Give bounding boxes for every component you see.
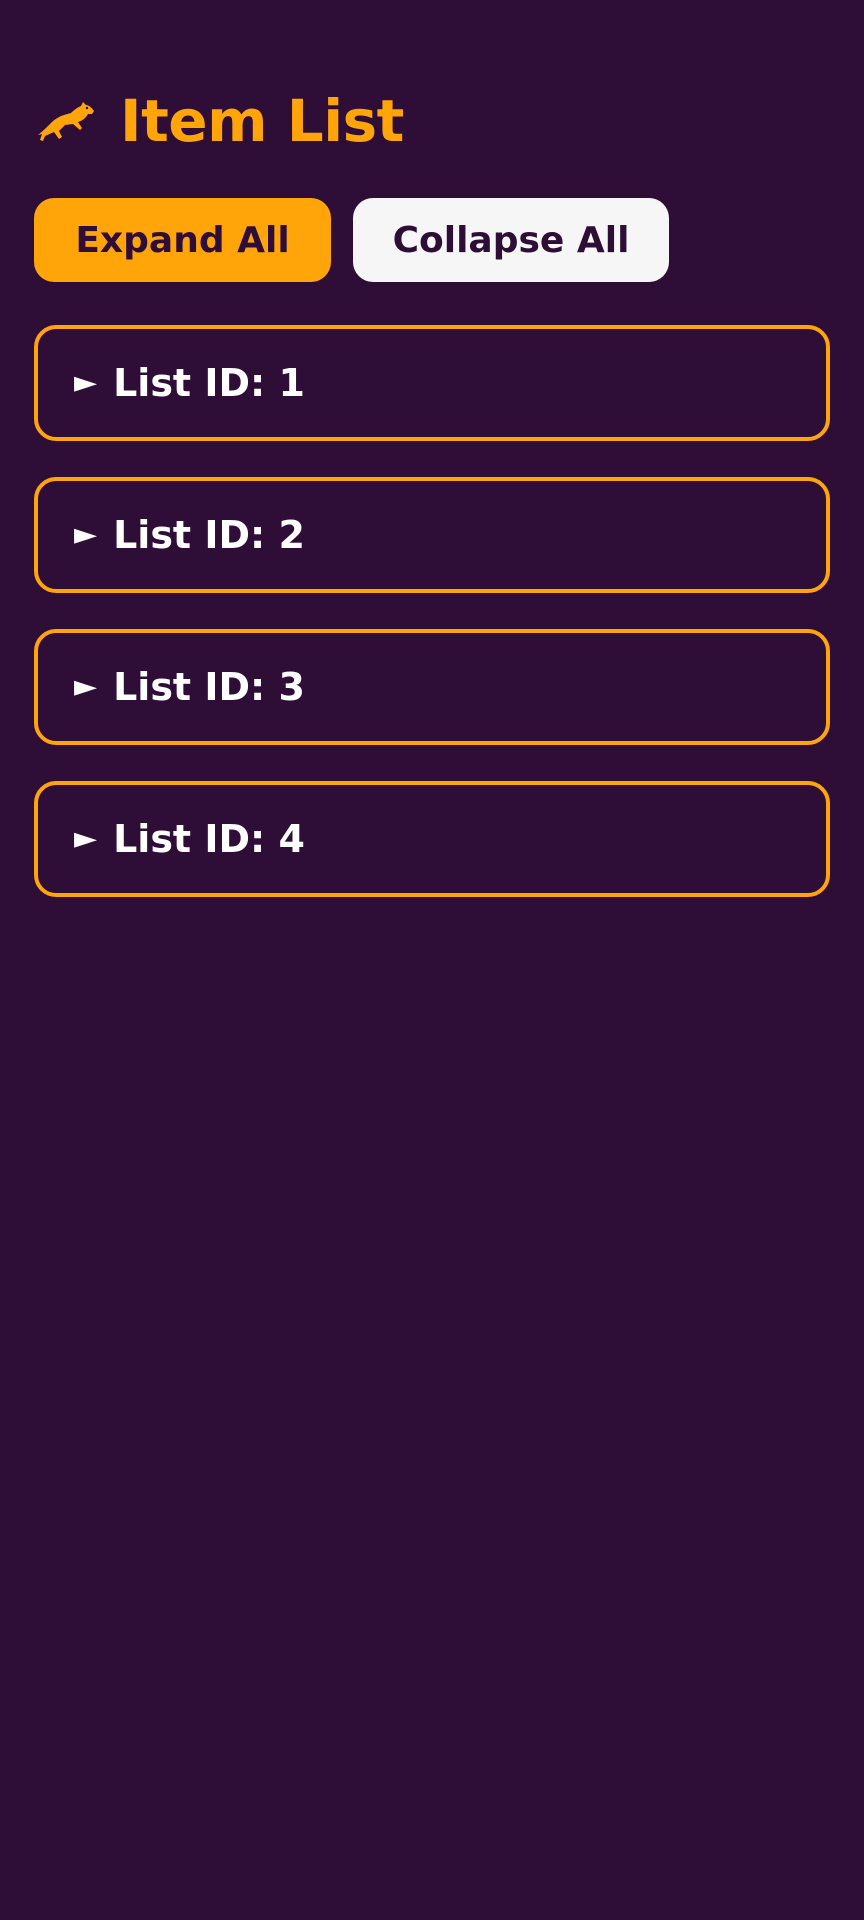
app-screen: Item List Expand All Collapse All ► List… bbox=[0, 0, 864, 1920]
expand-arrow-icon: ► bbox=[74, 821, 98, 856]
expand-arrow-icon: ► bbox=[74, 669, 98, 704]
expand-all-button[interactable]: Expand All bbox=[34, 198, 331, 282]
list-item-2[interactable]: ► List ID: 2 bbox=[34, 477, 830, 593]
page-title: Item List bbox=[120, 87, 404, 155]
list-item-label: List ID: 4 bbox=[113, 817, 305, 861]
item-list: ► List ID: 1 ► List ID: 2 ► List ID: 3 ►… bbox=[34, 325, 830, 897]
list-item-4[interactable]: ► List ID: 4 bbox=[34, 781, 830, 897]
list-item-label: List ID: 1 bbox=[113, 361, 305, 405]
expand-arrow-icon: ► bbox=[74, 365, 98, 400]
list-item-label: List ID: 2 bbox=[113, 513, 305, 557]
list-item-label: List ID: 3 bbox=[113, 665, 305, 709]
list-item-1[interactable]: ► List ID: 1 bbox=[34, 325, 830, 441]
header: Item List bbox=[36, 82, 404, 160]
list-item-3[interactable]: ► List ID: 3 bbox=[34, 629, 830, 745]
expand-arrow-icon: ► bbox=[74, 517, 98, 552]
leaping-dog-icon bbox=[38, 102, 94, 141]
collapse-all-button[interactable]: Collapse All bbox=[353, 198, 669, 282]
toolbar: Expand All Collapse All bbox=[34, 198, 669, 282]
